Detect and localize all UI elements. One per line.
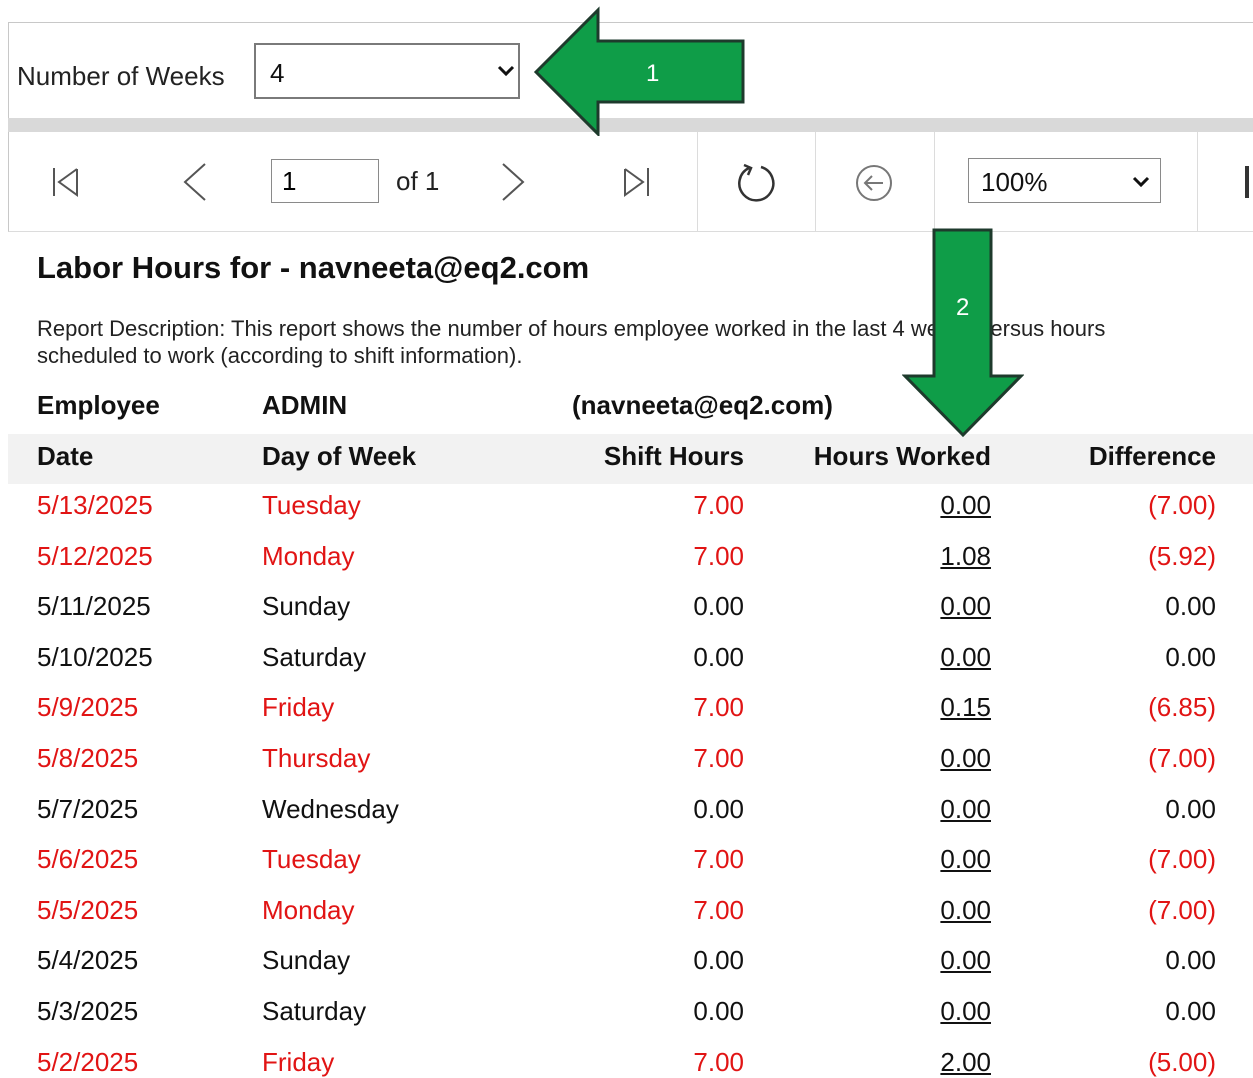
back-icon[interactable] [855,164,893,202]
cell-hours-worked[interactable]: 1.08 [760,541,991,572]
column-header-shift-hours: Shift Hours [603,441,744,471]
cell-difference: (7.00) [1148,743,1216,773]
cell-date: 5/3/2025 [37,996,139,1026]
cell-shift-hours: 0.00 [693,996,744,1026]
zoom-select[interactable]: 100% [968,158,1161,203]
column-header-date: Date [37,441,94,471]
cell-day: Friday [262,1046,335,1077]
column-header-difference: Difference [1088,441,1216,471]
last-page-icon[interactable] [621,166,651,198]
cell-day: Saturday [262,641,367,672]
cell-difference: 0.00 [1165,591,1216,622]
cell-day: Tuesday [262,844,361,875]
report-description-line: scheduled to work (according to shift in… [37,343,523,368]
cell-difference: 0.00 [1165,793,1216,824]
report-title: Labor Hours for - navneeta@eq2.com [37,250,590,285]
cell-day: Monday [262,894,355,925]
cell-hours-worked[interactable]: 0.00 [760,844,991,875]
cell-day: Tuesday [262,490,361,520]
report-description-line: Report Description: This report shows th… [37,316,1106,341]
cell-day: Wednesday [262,793,399,824]
column-header-hours-worked: Hours Worked [813,441,991,471]
toolbar-divider [815,132,816,231]
toolbar-overflow-edge [1245,166,1249,198]
previous-page-icon[interactable] [181,162,209,202]
cell-day: Sunday [262,945,351,976]
cell-difference: (7.00) [1148,844,1216,875]
zoom-value: 100% [981,167,1048,197]
cell-date: 5/12/2025 [37,540,153,571]
report-toolbar: of 1 100% [8,132,1253,232]
annotation-label-2: 2 [956,294,970,321]
cell-hours-worked[interactable]: 0.00 [760,996,991,1027]
cell-difference: 0.00 [1165,945,1216,976]
cell-hours-worked[interactable]: 0.00 [760,490,991,521]
cell-shift-hours: 7.00 [693,692,744,723]
employee-name: ADMIN [262,390,348,420]
cell-difference: 0.00 [1165,641,1216,672]
cell-shift-hours: 0.00 [693,945,744,976]
page-count-label: of 1 [396,166,440,196]
cell-shift-hours: 7.00 [693,490,744,520]
number-of-weeks-label: Number of Weeks [17,61,225,91]
cell-date: 5/13/2025 [37,490,153,520]
refresh-icon[interactable] [735,162,777,204]
cell-hours-worked[interactable]: 0.00 [760,642,991,673]
toolbar-divider [697,132,698,231]
cell-shift-hours: 7.00 [693,844,744,875]
cell-date: 5/11/2025 [37,591,151,622]
cell-date: 5/5/2025 [37,894,139,925]
page-number-input[interactable] [271,159,379,203]
cell-difference: (5.92) [1148,540,1216,571]
cell-date: 5/8/2025 [37,743,139,773]
column-header-day: Day of Week [262,441,417,471]
cell-hours-worked[interactable]: 2.00 [760,1047,991,1078]
employee-label: Employee [37,390,160,420]
cell-difference: (7.00) [1148,490,1216,520]
cell-day: Monday [262,540,355,571]
number-of-weeks-value: 4 [270,58,285,88]
first-page-icon[interactable] [51,166,81,198]
cell-hours-worked[interactable]: 0.00 [760,945,991,976]
cell-shift-hours: 0.00 [693,793,744,824]
cell-hours-worked[interactable]: 0.00 [760,794,991,825]
cell-date: 5/4/2025 [37,945,139,976]
cell-shift-hours: 7.00 [693,1046,744,1077]
cell-hours-worked[interactable]: 0.00 [760,591,991,622]
cell-day: Thursday [262,743,371,773]
cell-shift-hours: 7.00 [693,894,744,925]
cell-date: 5/6/2025 [37,844,139,875]
cell-hours-worked[interactable]: 0.00 [760,895,991,926]
annotation-label-1: 1 [646,60,660,87]
annotation-arrow-1 [533,6,745,136]
annotation-arrow-2 [902,228,1024,438]
cell-shift-hours: 7.00 [693,540,744,571]
cell-difference: (6.85) [1148,692,1216,723]
cell-date: 5/10/2025 [37,641,153,672]
next-page-icon[interactable] [499,162,527,202]
toolbar-divider [1197,132,1198,231]
cell-hours-worked[interactable]: 0.00 [760,743,991,774]
cell-day: Friday [262,692,335,723]
chevron-down-icon [497,65,515,77]
cell-shift-hours: 7.00 [693,743,744,773]
cell-day: Saturday [262,996,367,1026]
cell-difference: (5.00) [1148,1046,1216,1077]
cell-date: 5/9/2025 [37,692,139,723]
toolbar-divider [934,132,935,231]
cell-shift-hours: 0.00 [693,591,744,622]
cell-date: 5/2/2025 [37,1046,139,1077]
cell-difference: 0.00 [1165,996,1216,1026]
report-description: Report Description: This report shows th… [37,315,1253,373]
cell-date: 5/7/2025 [37,793,139,824]
employee-email: (navneeta@eq2.com) [572,390,833,420]
number-of-weeks-select[interactable]: 4 [254,43,520,99]
cell-day: Sunday [262,591,351,622]
cell-hours-worked[interactable]: 0.15 [760,692,991,723]
cell-shift-hours: 0.00 [693,641,744,672]
cell-difference: (7.00) [1148,894,1216,925]
chevron-down-icon [1132,176,1150,188]
